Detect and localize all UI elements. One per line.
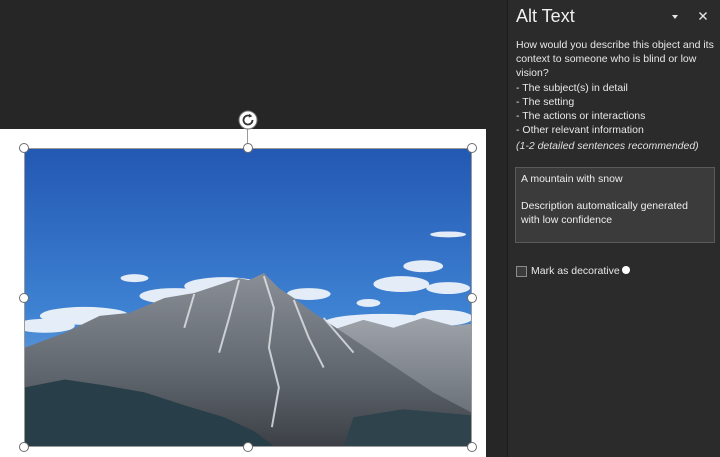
selected-image[interactable] [24,148,472,447]
mark-decorative-label: Mark as decorative [531,265,620,277]
instruction-item: - The setting [516,95,575,108]
close-icon[interactable] [696,9,710,23]
mark-decorative-checkbox[interactable] [516,265,527,277]
instruction-item: - The actions or interactions [516,110,646,123]
resize-handle-bottom-left[interactable] [19,442,29,452]
pane-title: Alt Text [516,6,575,26]
alt-text-pane: Alt Text How would you describe this obj… [507,0,720,457]
alt-text-input[interactable]: A mountain with snow Description automat… [515,167,715,243]
resize-handle-left[interactable] [19,293,29,303]
chevron-down-icon[interactable] [668,10,682,24]
info-icon[interactable] [621,265,630,274]
rotate-icon[interactable] [238,110,258,130]
resize-handle-top[interactable] [243,143,253,153]
mark-decorative-row: Mark as decorative [516,264,630,278]
resize-handle-bottom-right[interactable] [467,442,477,452]
instruction-item: - Other relevant information [516,124,644,137]
resize-handle-bottom[interactable] [243,442,253,452]
resize-handle-top-left[interactable] [19,143,29,153]
instructions-list: - The subject(s) in detail - The setting… [516,81,716,138]
mountain-photo [25,149,471,446]
instruction-item: - The subject(s) in detail [516,81,628,94]
resize-handle-right[interactable] [467,293,477,303]
document-canvas [0,0,507,457]
resize-handle-top-right[interactable] [467,143,477,153]
instructions-question: How would you describe this object and i… [516,39,714,80]
instructions: How would you describe this object and i… [516,38,716,137]
recommendation-text: (1-2 detailed sentences recommended) [516,140,699,152]
